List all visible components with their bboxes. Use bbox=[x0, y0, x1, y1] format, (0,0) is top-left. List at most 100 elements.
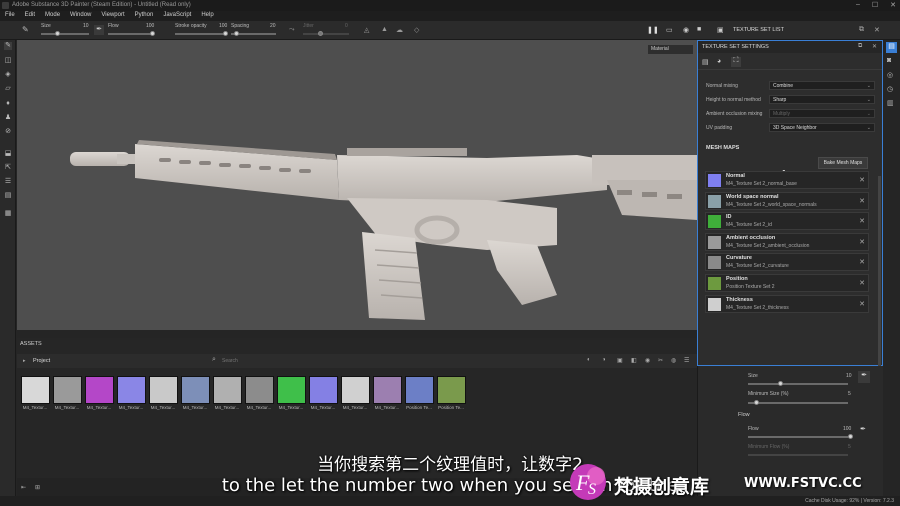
project-filter[interactable]: Project bbox=[33, 358, 50, 364]
history-icon[interactable]: ▤ bbox=[4, 192, 12, 200]
3d-viewport[interactable]: Material bbox=[17, 40, 697, 330]
remove-map-icon[interactable]: ✕ bbox=[859, 238, 865, 246]
assets-settings-icon[interactable]: ☰ bbox=[684, 357, 689, 364]
remove-map-icon[interactable]: ✕ bbox=[859, 279, 865, 287]
menu-javascript[interactable]: JavaScript bbox=[158, 11, 196, 21]
expand-icon[interactable]: ▸ bbox=[23, 358, 26, 364]
log-icon[interactable]: ▦ bbox=[4, 210, 12, 218]
prop-size-pressure-icon[interactable]: ✒ bbox=[858, 371, 870, 383]
uv-padding-dropdown[interactable]: 3D Space Neighbor ⌄ bbox=[769, 123, 875, 132]
prop-size-slider-handle[interactable] bbox=[778, 381, 783, 386]
texture-set-settings-dock-icon[interactable]: ▤ bbox=[886, 42, 897, 53]
stroke-opacity-slider[interactable] bbox=[175, 33, 227, 35]
viewport-mode-select[interactable]: Material bbox=[648, 45, 693, 54]
asset-thumbnail[interactable] bbox=[437, 376, 466, 404]
asset-thumbnail[interactable] bbox=[373, 376, 402, 404]
tss-close-icon[interactable]: ✕ bbox=[872, 43, 877, 50]
texture-set-list-tab[interactable]: TEXTURE SET LIST bbox=[733, 27, 784, 33]
asset-thumbnail[interactable] bbox=[277, 376, 306, 404]
jitter-slider[interactable] bbox=[303, 33, 349, 35]
display-settings-dock-icon[interactable]: ◎ bbox=[887, 71, 893, 79]
mesh-map-swatch[interactable] bbox=[708, 297, 721, 311]
mesh-map-swatch[interactable] bbox=[708, 194, 721, 208]
mesh-map-slot[interactable]: Position Position Texture Set 2 ✕ bbox=[705, 274, 869, 292]
remove-map-icon[interactable]: ✕ bbox=[859, 258, 865, 266]
tss-material-tab-icon[interactable]: ◕ bbox=[717, 58, 721, 65]
asset-thumbnail[interactable] bbox=[309, 376, 338, 404]
tss-uv-tab-icon[interactable]: ⛶ bbox=[731, 57, 741, 67]
undock-icon[interactable]: ⧉ bbox=[859, 26, 864, 34]
menu-window[interactable]: Window bbox=[65, 11, 96, 21]
size-slider-handle[interactable] bbox=[55, 31, 60, 36]
prop-flow-slider-handle[interactable] bbox=[848, 434, 853, 439]
menu-edit[interactable]: Edit bbox=[20, 11, 40, 21]
mesh-map-swatch[interactable] bbox=[708, 174, 721, 187]
prop-min-size-slider[interactable] bbox=[748, 402, 848, 404]
prop-min-size-slider-handle[interactable] bbox=[754, 400, 759, 405]
menu-python[interactable]: Python bbox=[130, 11, 159, 21]
prop-size-slider[interactable] bbox=[748, 383, 848, 385]
jitter-slider-handle[interactable] bbox=[318, 31, 323, 36]
remove-map-icon[interactable]: ✕ bbox=[859, 217, 865, 225]
tss-scrollbar[interactable] bbox=[878, 176, 881, 366]
mesh-map-swatch[interactable] bbox=[708, 277, 721, 290]
mesh-map-slot[interactable]: World space normal M4_Texture Set 2_world… bbox=[705, 191, 869, 210]
asset-thumbnail[interactable] bbox=[53, 376, 82, 404]
polygon-fill-icon[interactable]: ▱ bbox=[4, 85, 12, 93]
asset-thumbnail[interactable] bbox=[405, 376, 434, 404]
prop-flow-slider[interactable] bbox=[748, 436, 848, 438]
asset-thumbnail[interactable] bbox=[117, 376, 146, 404]
pen-pressure-icon[interactable]: ✒ bbox=[94, 25, 104, 35]
menu-viewport[interactable]: Viewport bbox=[96, 11, 129, 21]
mesh-map-slot[interactable]: ID M4_Texture Set 2_id ✕ bbox=[705, 212, 869, 231]
projection-icon[interactable]: ◈ bbox=[4, 71, 12, 79]
asset-thumbnail[interactable] bbox=[21, 376, 50, 404]
normal-mixing-dropdown[interactable]: Combine ⌄ bbox=[769, 81, 875, 90]
remove-map-icon[interactable]: ✕ bbox=[859, 300, 865, 308]
maximize-icon[interactable]: ☐ bbox=[872, 1, 878, 9]
asset-thumbnail[interactable] bbox=[149, 376, 178, 404]
menu-mode[interactable]: Mode bbox=[40, 11, 65, 21]
display-settings-icon[interactable]: ▣ bbox=[717, 26, 724, 34]
brush-preset-icon[interactable]: ✎ bbox=[22, 25, 32, 35]
size-slider[interactable] bbox=[41, 33, 89, 35]
mesh-map-swatch[interactable] bbox=[708, 215, 721, 229]
symmetry-icon[interactable]: ◬ bbox=[364, 26, 369, 34]
pause-icon[interactable]: ❚❚ bbox=[647, 26, 659, 34]
bake-mesh-maps-button[interactable]: Bake Mesh Maps bbox=[818, 157, 868, 169]
smudge-icon[interactable]: ♦ bbox=[4, 100, 12, 108]
minimize-icon[interactable]: – bbox=[856, 1, 860, 9]
height-to-normal-dropdown[interactable]: Sharp ⌄ bbox=[769, 95, 875, 104]
ao-mixing-dropdown[interactable]: Multiply ⌄ bbox=[769, 109, 875, 118]
paint-brush-icon[interactable]: ✎ bbox=[4, 42, 12, 50]
flow-slider-handle[interactable] bbox=[150, 31, 155, 36]
prop-flow-pressure-icon[interactable]: ✒ bbox=[860, 425, 866, 433]
material-picker-icon[interactable]: ⊘ bbox=[4, 128, 12, 136]
mesh-map-slot[interactable]: Thickness M4_Texture Set 2_thickness ✕ bbox=[705, 294, 869, 313]
filter-material-icon[interactable]: ◐ bbox=[587, 357, 591, 363]
mesh-map-swatch[interactable] bbox=[708, 256, 721, 270]
export-icon[interactable]: ⇱ bbox=[4, 164, 12, 172]
panel-close-icon[interactable]: ✕ bbox=[874, 26, 880, 34]
asset-thumbnail[interactable] bbox=[181, 376, 210, 404]
spacing-slider-handle[interactable] bbox=[234, 31, 239, 36]
mesh-map-swatch[interactable] bbox=[708, 235, 721, 249]
menu-file[interactable]: File bbox=[0, 11, 20, 21]
asset-thumbnail[interactable] bbox=[341, 376, 370, 404]
tss-undock-icon[interactable]: ⧉ bbox=[858, 43, 862, 50]
stroke-opacity-slider-handle[interactable] bbox=[223, 31, 228, 36]
asset-thumbnail[interactable] bbox=[213, 376, 242, 404]
remove-map-icon[interactable]: ✕ bbox=[859, 197, 865, 205]
shader-settings-dock-icon[interactable]: ◙ bbox=[887, 57, 891, 64]
filter-shader-icon[interactable]: ◍ bbox=[671, 357, 676, 364]
asset-thumbnail[interactable] bbox=[245, 376, 274, 404]
filter-texture-icon[interactable]: ▣ bbox=[617, 357, 623, 364]
tss-settings-tab-icon[interactable]: ▤ bbox=[702, 58, 709, 66]
flow-slider[interactable] bbox=[108, 33, 154, 35]
close-icon[interactable]: ✕ bbox=[890, 1, 896, 9]
history-dock-icon[interactable]: ◷ bbox=[887, 85, 893, 93]
asset-thumbnail[interactable] bbox=[85, 376, 114, 404]
mesh-map-slot[interactable]: Ambient occlusion M4_Texture Set 2_ambien… bbox=[705, 232, 869, 251]
filter-brush-icon[interactable]: ◧ bbox=[631, 357, 637, 364]
folder-icon[interactable]: ▭ bbox=[666, 26, 673, 34]
